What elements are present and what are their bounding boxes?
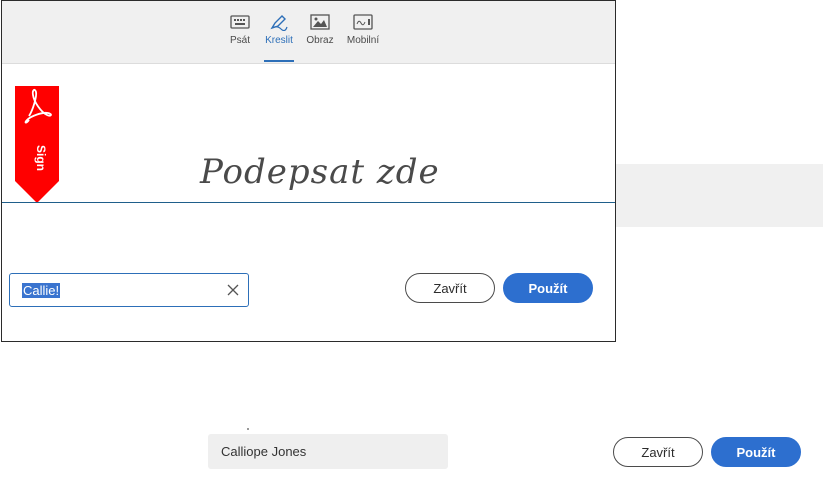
pen-icon xyxy=(270,15,288,31)
background-band xyxy=(615,164,823,227)
image-icon xyxy=(310,14,330,30)
sign-ribbon-label: Sign xyxy=(34,145,48,171)
background-name-field[interactable]: Calliope Jones xyxy=(208,434,448,469)
tab-type[interactable]: Psát xyxy=(227,13,253,46)
signature-line xyxy=(2,202,615,203)
tab-image-label: Obraz xyxy=(306,35,334,46)
background-apply-button[interactable]: Použít xyxy=(711,437,801,467)
tab-draw[interactable]: Kreslit xyxy=(264,13,294,62)
background-dot xyxy=(247,428,249,430)
tab-mobile[interactable]: Mobilní xyxy=(345,13,381,46)
background-close-button[interactable]: Zavřít xyxy=(613,437,703,467)
tab-mobile-label: Mobilní xyxy=(346,35,380,46)
signature-method-tabs: Psát Kreslit Obraz Mobilní xyxy=(2,1,615,64)
sign-ribbon: Sign xyxy=(15,86,59,203)
signature-placeholder: Podepsat zde xyxy=(200,152,440,192)
name-input[interactable]: Callie! xyxy=(9,273,249,307)
tab-type-label: Psát xyxy=(229,35,250,46)
background-name-value: Calliope Jones xyxy=(221,444,307,459)
tab-image[interactable]: Obraz xyxy=(306,13,334,46)
apply-button[interactable]: Použít xyxy=(503,273,593,303)
mobile-icon xyxy=(353,14,373,30)
signature-dialog: Psát Kreslit Obraz Mobilní Sign Podepsat… xyxy=(1,0,616,342)
clear-icon[interactable] xyxy=(226,283,240,297)
name-input-value[interactable]: Callie! xyxy=(22,283,61,298)
tab-draw-label: Kreslit xyxy=(265,35,293,46)
close-button[interactable]: Zavřít xyxy=(405,273,495,303)
active-tab-indicator xyxy=(264,60,294,62)
keyboard-icon xyxy=(230,15,250,29)
